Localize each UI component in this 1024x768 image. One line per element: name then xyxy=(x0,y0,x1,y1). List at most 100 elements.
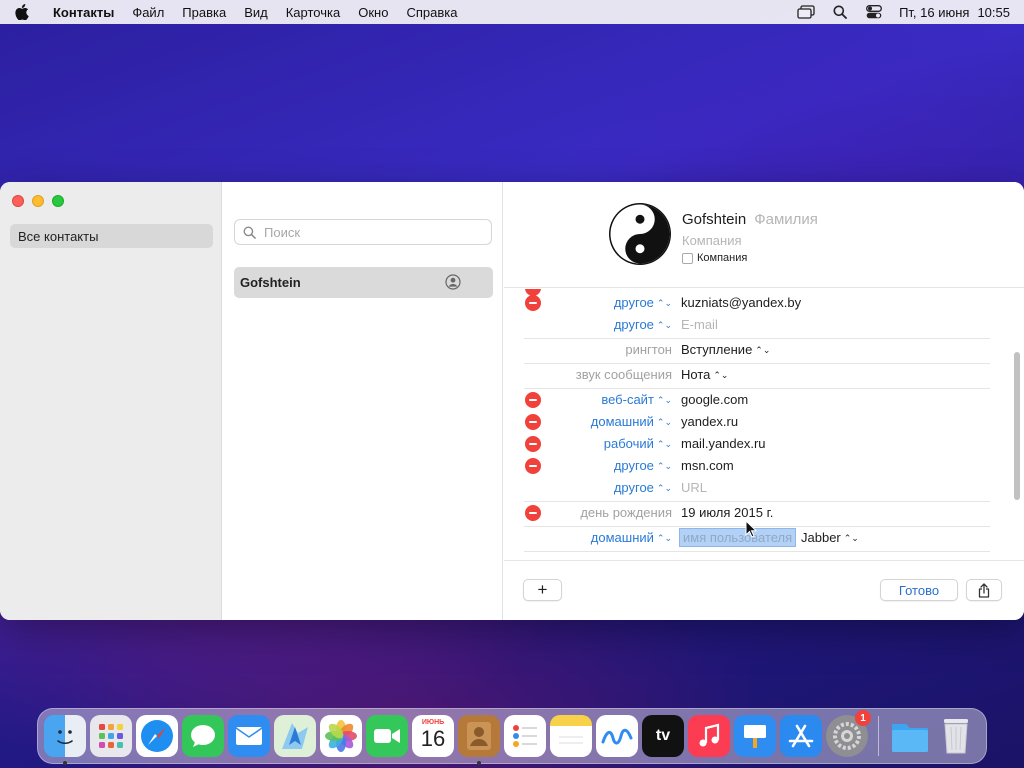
field-label-popup[interactable]: домашний ⌃⌄ xyxy=(591,414,672,429)
apple-menu-icon[interactable] xyxy=(0,4,44,20)
birthday-field[interactable]: 19 июля 2015 г. xyxy=(681,505,773,520)
card-field-row: рингтон Вступление ⌃⌄ xyxy=(504,339,1012,361)
facetime-icon[interactable] xyxy=(366,715,408,757)
field-label-popup[interactable]: домашний ⌃⌄ xyxy=(591,530,672,545)
launchpad-icon[interactable] xyxy=(90,715,132,757)
photos-icon[interactable] xyxy=(320,715,362,757)
running-indicator xyxy=(63,761,67,765)
card-footer: + Готово xyxy=(504,560,1024,620)
card-field-row: день рождения 19 июля 2015 г. xyxy=(504,502,1012,524)
dock: ИЮНЬ 16 tv 1 xyxy=(37,708,987,765)
search-icon xyxy=(243,226,256,239)
screen-mirroring-icon[interactable] xyxy=(789,0,823,24)
field-value[interactable]: kuzniats@yandex.by xyxy=(681,295,801,310)
username-field-selected[interactable]: имя пользователя xyxy=(679,528,797,547)
field-label-popup[interactable]: другое ⌃⌄ xyxy=(614,295,672,310)
trash-icon[interactable] xyxy=(935,715,977,757)
remove-field-button[interactable] xyxy=(525,392,541,408)
close-window-button[interactable] xyxy=(12,195,24,207)
share-button[interactable] xyxy=(966,579,1002,601)
field-value[interactable]: yandex.ru xyxy=(681,414,738,429)
mouse-pointer-icon xyxy=(745,520,757,538)
search-field[interactable] xyxy=(234,219,492,245)
remove-field-button[interactable] xyxy=(525,414,541,430)
menubar-time[interactable]: 10:55 xyxy=(977,5,1010,20)
mail-icon[interactable] xyxy=(228,715,270,757)
remove-field-button[interactable] xyxy=(525,295,541,311)
contacts-window: Все контакты Gofshtein xyxy=(0,182,1024,620)
contact-list-item[interactable]: Gofshtein xyxy=(234,267,493,298)
menu-window[interactable]: Окно xyxy=(349,5,397,20)
control-center-icon[interactable] xyxy=(857,0,891,24)
contact-list-column: Gofshtein xyxy=(223,182,503,620)
reminders-icon[interactable] xyxy=(504,715,546,757)
running-indicator xyxy=(477,761,481,765)
messages-icon[interactable] xyxy=(182,715,224,757)
card-field-row: домашний ⌃⌄ имя пользователя Jabber ⌃⌄ xyxy=(504,527,1012,549)
share-icon xyxy=(978,582,990,598)
music-icon[interactable] xyxy=(688,715,730,757)
card-field-row: рабочий ⌃⌄ mail.yandex.ru xyxy=(504,433,1012,455)
im-service-popup[interactable]: Jabber ⌃⌄ xyxy=(801,530,859,545)
downloads-folder-icon[interactable] xyxy=(889,715,931,757)
card-field-row: веб-сайт ⌃⌄ google.com xyxy=(504,389,1012,411)
field-value[interactable]: google.com xyxy=(681,392,748,407)
message-sound-popup[interactable]: Нота ⌃⌄ xyxy=(681,367,728,382)
company-field[interactable]: Компания xyxy=(682,233,742,248)
apple-tv-icon[interactable]: tv xyxy=(642,715,684,757)
company-checkbox-label: Компания xyxy=(697,252,748,264)
contact-photo[interactable] xyxy=(608,202,672,266)
freeform-icon[interactable] xyxy=(596,715,638,757)
notes-icon[interactable] xyxy=(550,715,592,757)
done-button[interactable]: Готово xyxy=(880,579,958,601)
menu-help[interactable]: Справка xyxy=(397,5,466,20)
field-label: звук сообщения xyxy=(575,367,672,382)
group-all-contacts[interactable]: Все контакты xyxy=(10,224,213,248)
finder-icon[interactable] xyxy=(44,715,86,765)
field-value[interactable]: mail.yandex.ru xyxy=(681,436,766,451)
remove-field-button[interactable] xyxy=(525,505,541,521)
app-store-icon[interactable] xyxy=(780,715,822,757)
minimize-window-button[interactable] xyxy=(32,195,44,207)
search-icon[interactable] xyxy=(823,0,857,24)
menubar-date[interactable]: Пт, 16 июня xyxy=(899,5,969,20)
card-field-row: другое ⌃⌄ URL xyxy=(504,477,1012,499)
checkbox-box xyxy=(682,252,693,264)
contact-name: Gofshtein xyxy=(240,275,301,290)
card-fields: другое ⌃⌄ kuzniats@yandex.by другое ⌃⌄ E-m… xyxy=(504,289,1012,559)
field-label-popup[interactable]: другое ⌃⌄ xyxy=(614,458,672,473)
card-field-row: другое ⌃⌄ kuzniats@yandex.by xyxy=(504,292,1012,314)
field-label-popup[interactable]: веб-сайт ⌃⌄ xyxy=(601,392,672,407)
zoom-window-button[interactable] xyxy=(52,195,64,207)
first-name-field[interactable]: Gofshtein xyxy=(682,211,746,228)
field-label-popup[interactable]: другое ⌃⌄ xyxy=(614,480,672,495)
card-scrollbar[interactable] xyxy=(1014,352,1020,500)
field-label: рингтон xyxy=(625,342,672,357)
maps-icon[interactable] xyxy=(274,715,316,757)
company-checkbox[interactable]: Компания xyxy=(682,252,747,264)
menu-edit[interactable]: Правка xyxy=(173,5,235,20)
field-value-placeholder[interactable]: E-mail xyxy=(681,317,718,332)
menu-view[interactable]: Вид xyxy=(235,5,277,20)
menu-file[interactable]: Файл xyxy=(123,5,173,20)
notification-badge: 1 xyxy=(855,710,871,726)
field-label-popup[interactable]: рабочий ⌃⌄ xyxy=(604,436,672,451)
calendar-icon[interactable]: ИЮНЬ 16 xyxy=(412,715,454,757)
remove-field-button[interactable] xyxy=(525,436,541,452)
contacts-icon[interactable] xyxy=(458,715,500,765)
add-field-button[interactable]: + xyxy=(523,579,562,601)
field-value[interactable]: msn.com xyxy=(681,458,734,473)
keynote-icon[interactable] xyxy=(734,715,776,757)
remove-field-button[interactable] xyxy=(525,458,541,474)
menu-app-name[interactable]: Контакты xyxy=(44,5,123,20)
last-name-field[interactable]: Фамилия xyxy=(754,211,818,228)
field-value-placeholder[interactable]: URL xyxy=(681,480,707,495)
safari-icon[interactable] xyxy=(136,715,178,757)
ringtone-popup[interactable]: Вступление ⌃⌄ xyxy=(681,342,770,357)
system-settings-icon[interactable]: 1 xyxy=(826,710,871,757)
search-input[interactable] xyxy=(264,224,464,240)
field-label-popup[interactable]: другое ⌃⌄ xyxy=(614,317,672,332)
card-field-row: звук сообщения Нота ⌃⌄ xyxy=(504,364,1012,386)
menu-card[interactable]: Карточка xyxy=(277,5,349,20)
contact-card: Gofshtein Фамилия Компания Компания друг… xyxy=(504,182,1024,620)
